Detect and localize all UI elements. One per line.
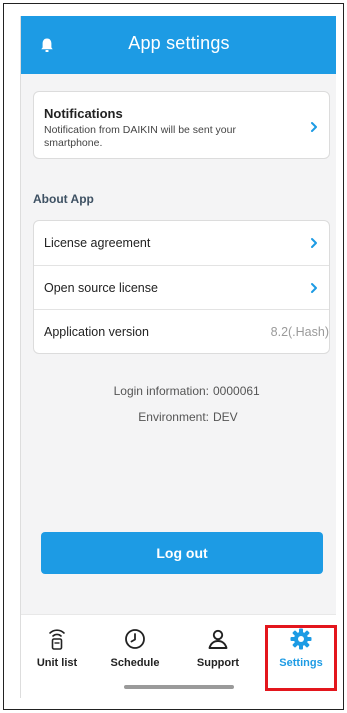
tab-unit-list[interactable]: Unit list (25, 627, 89, 677)
settings-highlight-box (265, 625, 337, 691)
notifications-card[interactable]: Notifications Notification from DAIKIN w… (33, 91, 330, 159)
about-card: License agreement Open source license Ap… (33, 220, 330, 354)
page-title: App settings (128, 33, 230, 53)
logout-button[interactable]: Log out (41, 532, 323, 574)
clock-icon (125, 629, 145, 649)
chevron-right-icon (311, 238, 317, 248)
about-section-label: About App (33, 192, 94, 206)
environment-value: DEV (213, 410, 238, 424)
tab-schedule[interactable]: Schedule (103, 627, 167, 677)
remote-icon (49, 629, 65, 650)
row-label: License agreement (44, 236, 151, 250)
tab-label: Schedule (110, 657, 160, 669)
notifications-title: Notifications (44, 106, 123, 121)
app-screen: App settings Notifications Notification … (20, 16, 336, 698)
application-version-row: Application version 8.2(.Hash) (34, 309, 329, 353)
notifications-description: Notification from DAIKIN will be sent yo… (44, 124, 236, 149)
chevron-right-icon (311, 283, 317, 293)
row-label: Open source license (44, 281, 158, 295)
app-header: App settings (21, 16, 336, 74)
login-info-label: Login information: (113, 384, 209, 398)
license-agreement-row[interactable]: License agreement (34, 221, 329, 265)
user-icon (208, 629, 228, 649)
open-source-license-row[interactable]: Open source license (34, 265, 329, 309)
chevron-right-icon (311, 122, 317, 132)
tab-support[interactable]: Support (186, 627, 250, 677)
application-version-value: 8.2(.Hash) (270, 325, 329, 339)
home-indicator (124, 685, 234, 689)
row-label: Application version (44, 325, 149, 339)
tab-label: Unit list (36, 657, 78, 669)
login-info-value: 0000061 (213, 384, 260, 398)
tab-label: Support (196, 657, 240, 669)
environment-label: Environment: (138, 410, 209, 424)
